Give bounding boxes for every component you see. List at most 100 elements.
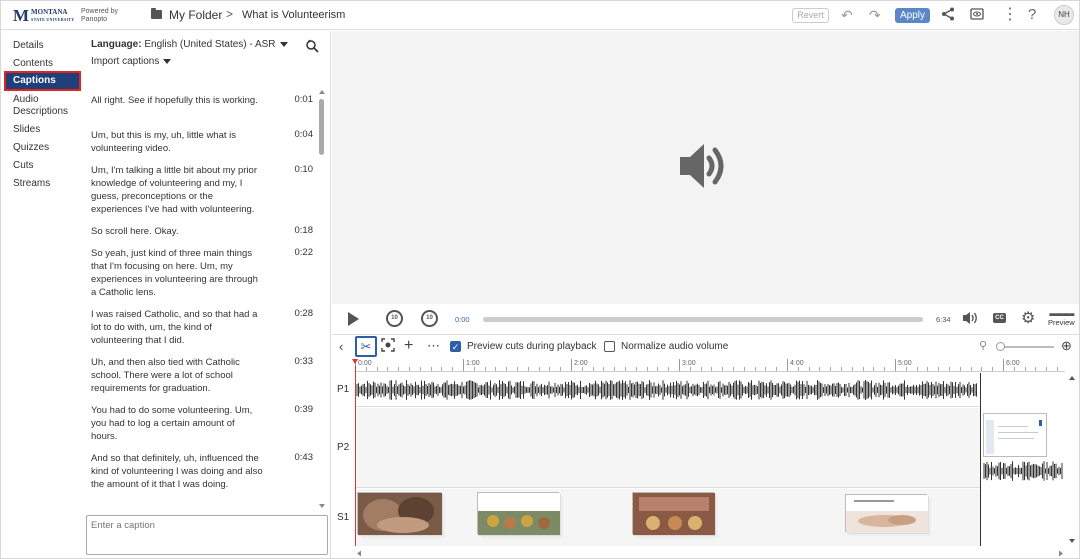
ruler-tick-minor [905, 367, 907, 371]
closed-captions-icon[interactable]: CC [993, 313, 1006, 323]
ruler-tick-minor [722, 367, 724, 371]
ruler-tick-minor [916, 367, 918, 371]
gear-icon[interactable]: ⚙ [1021, 311, 1035, 327]
ruler-tick-minor [841, 367, 842, 371]
import-captions-dropdown[interactable]: Import captions [91, 56, 172, 67]
slides-track[interactable] [355, 489, 980, 546]
normalize-audio-checkbox[interactable] [604, 341, 615, 352]
ruler-tick-minor [376, 367, 378, 371]
zoom-slider-handle[interactable] [996, 342, 1005, 351]
cut-region[interactable] [980, 373, 1066, 546]
progress-bar[interactable] [483, 317, 923, 322]
playhead-handle[interactable] [352, 359, 358, 364]
redo-icon[interactable]: ↷ [869, 7, 881, 23]
ruler-tick-major [1003, 359, 1004, 371]
header-bar: M MONTANA STATE UNIVERSITY Powered by Pa… [1, 1, 1079, 30]
caption-time: 0:28 [294, 308, 314, 319]
scroll-thumb[interactable] [319, 99, 324, 155]
sidebar-item-cuts[interactable]: Cuts [13, 160, 34, 172]
help-icon[interactable]: ? [1028, 7, 1036, 23]
revert-button[interactable]: Revert [792, 8, 829, 23]
editor-app: M MONTANA STATE UNIVERSITY Powered by Pa… [0, 0, 1080, 559]
ruler-tick-minor [711, 367, 713, 371]
volume-icon[interactable] [963, 311, 980, 329]
timeline-horizontal-scrollbar[interactable] [355, 549, 1065, 558]
scroll-up-icon[interactable] [319, 90, 325, 94]
focus-target-icon[interactable] [381, 338, 395, 356]
ruler-tick-minor [506, 367, 508, 371]
caption-time: 0:33 [294, 356, 314, 367]
skip-forward-icon[interactable]: 10 [421, 310, 438, 327]
sidebar-item-streams[interactable]: Streams [13, 178, 50, 190]
share-icon[interactable] [941, 7, 955, 24]
watch-preview-icon[interactable] [970, 7, 984, 24]
ruler-tick-minor [365, 367, 367, 371]
zoom-out-icon[interactable]: ⚲ [979, 339, 987, 352]
playhead[interactable] [355, 366, 356, 546]
play-icon[interactable] [348, 312, 359, 326]
video-preview[interactable] [332, 31, 1079, 304]
more-horizontal-icon[interactable]: ⋯ [427, 338, 440, 354]
sidebar-item-details[interactable]: Details [13, 40, 44, 52]
add-icon[interactable]: + [404, 338, 413, 354]
slide-thumbnail[interactable] [357, 492, 442, 535]
apply-button[interactable]: Apply [895, 8, 930, 23]
sidebar-item-slides[interactable]: Slides [13, 124, 40, 136]
montana-state-logo[interactable]: M MONTANA STATE UNIVERSITY [13, 7, 75, 24]
timeline-ruler[interactable]: 0:00 1:00 2:00 3:00 4:00 5:00 6:00 [355, 359, 1065, 372]
caption-time: 0:43 [294, 452, 314, 463]
ruler-tick-minor [689, 367, 691, 371]
ruler-tick-minor [517, 367, 518, 371]
ruler-tick-minor [452, 367, 454, 371]
caption-input[interactable] [86, 515, 328, 555]
ruler-tick-minor [862, 367, 864, 371]
audio-waveform [356, 380, 977, 400]
chevron-left-icon[interactable]: ‹ [339, 339, 343, 354]
ruler-tick-minor [668, 367, 670, 371]
chevron-down-icon [279, 41, 288, 47]
ruler-tick-minor [927, 367, 929, 371]
sidebar-item-audio-descriptions[interactable]: Audio Descriptions [13, 94, 75, 118]
ruler-tick-minor [873, 367, 875, 371]
caption-time: 0:04 [294, 129, 314, 140]
sidebar-item-contents[interactable]: Contents [13, 58, 53, 70]
secondary-video-thumbnail[interactable] [983, 413, 1047, 457]
ruler-tick-minor [733, 367, 734, 371]
sidebar-item-captions[interactable]: Captions [4, 71, 81, 91]
ruler-tick-minor [614, 367, 616, 371]
zoom-in-icon[interactable]: ⊕ [1061, 338, 1072, 354]
ruler-label: 6:00 [1006, 360, 1020, 367]
ruler-tick-minor [765, 367, 767, 371]
ruler-tick-minor [538, 367, 540, 371]
caption-scrollbar[interactable] [318, 90, 326, 510]
ruler-tick-minor [657, 367, 659, 371]
timeline-vertical-scrollbar[interactable] [1066, 373, 1078, 546]
sidebar-item-quizzes[interactable]: Quizzes [13, 142, 49, 154]
folder-icon [151, 8, 162, 19]
slide-thumbnail[interactable] [845, 494, 928, 533]
track-label-s1: S1 [337, 512, 350, 523]
more-vertical-icon[interactable]: ⋮ [1002, 7, 1018, 23]
scissors-icon[interactable]: ✂ [355, 336, 377, 357]
ruler-tick-minor [1024, 367, 1026, 371]
ruler-tick-minor [970, 367, 972, 371]
ruler-tick-minor [560, 367, 562, 371]
breadcrumb-folder[interactable]: My Folder [169, 8, 222, 22]
preview-button[interactable]: ▬▬▬ Preview [1048, 309, 1075, 328]
preview-cuts-checkbox[interactable]: ✓ [450, 341, 461, 352]
undo-icon[interactable]: ↶ [841, 7, 853, 23]
secondary-video-track[interactable] [355, 408, 980, 488]
slide-thumbnail[interactable] [632, 492, 715, 535]
ruler-label: 1:00 [466, 360, 480, 367]
scroll-down-icon[interactable] [319, 504, 325, 508]
caption-time: 0:18 [294, 225, 314, 236]
skip-back-icon[interactable]: 10 [386, 310, 403, 327]
slide-thumbnail[interactable] [477, 492, 560, 535]
ruler-label: 3:00 [682, 360, 696, 367]
language-selector[interactable]: Language: English (United States) - ASR [91, 39, 288, 50]
powered-line1: Powered by [81, 8, 118, 15]
zoom-slider[interactable] [999, 346, 1054, 348]
audio-waveform-track[interactable] [355, 373, 980, 407]
search-replace-icon[interactable] [305, 39, 319, 56]
avatar[interactable]: NH [1054, 5, 1074, 25]
